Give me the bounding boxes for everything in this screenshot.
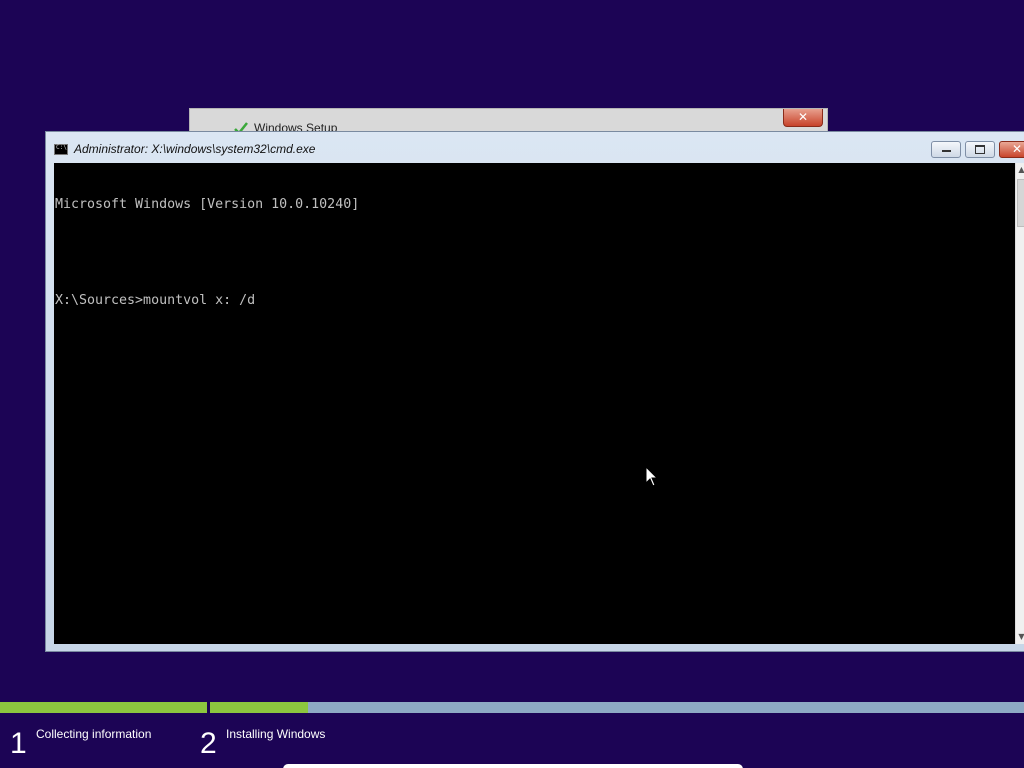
setup-close-button[interactable]: ✕ xyxy=(783,109,823,127)
cmd-window-title: Administrator: X:\windows\system32\cmd.e… xyxy=(74,142,316,156)
scroll-down-button[interactable]: ▼ xyxy=(1016,630,1024,644)
chevron-down-icon: ▼ xyxy=(1018,632,1024,641)
console-output[interactable]: Microsoft Windows [Version 10.0.10240] X… xyxy=(54,163,1015,644)
close-icon: ✕ xyxy=(1011,142,1023,156)
cmd-icon xyxy=(54,144,68,155)
chevron-up-icon: ▲ xyxy=(1018,165,1024,174)
cmd-window[interactable]: Administrator: X:\windows\system32\cmd.e… xyxy=(45,131,1024,652)
progress-fill-installing xyxy=(210,702,308,713)
maximize-button[interactable] xyxy=(965,141,995,158)
step-number: 1 xyxy=(10,727,27,760)
bottom-edge-pill xyxy=(283,764,743,768)
setup-progress-bar xyxy=(0,702,1024,713)
scroll-up-button[interactable]: ▲ xyxy=(1016,163,1024,177)
progress-segment-installing xyxy=(210,702,1024,713)
close-button[interactable]: ✕ xyxy=(999,141,1024,158)
console-line: X:\Sources>mountvol x: /d xyxy=(55,293,256,308)
scroll-thumb[interactable] xyxy=(1017,179,1024,227)
mouse-cursor-icon xyxy=(645,466,659,487)
progress-segment-collecting xyxy=(0,702,207,713)
step-label: Collecting information xyxy=(36,727,152,741)
cmd-titlebar[interactable]: Administrator: X:\windows\system32\cmd.e… xyxy=(46,132,1024,162)
progress-fill-collecting xyxy=(0,702,207,713)
console-line: Microsoft Windows [Version 10.0.10240] xyxy=(55,197,360,212)
maximize-icon xyxy=(975,144,985,154)
vertical-scrollbar[interactable]: ▲ ▼ xyxy=(1015,163,1024,644)
close-icon: ✕ xyxy=(797,110,809,124)
minimize-button[interactable] xyxy=(931,141,961,158)
minimize-icon xyxy=(941,150,951,152)
step-label: Installing Windows xyxy=(226,727,326,741)
step-number: 2 xyxy=(200,727,217,760)
